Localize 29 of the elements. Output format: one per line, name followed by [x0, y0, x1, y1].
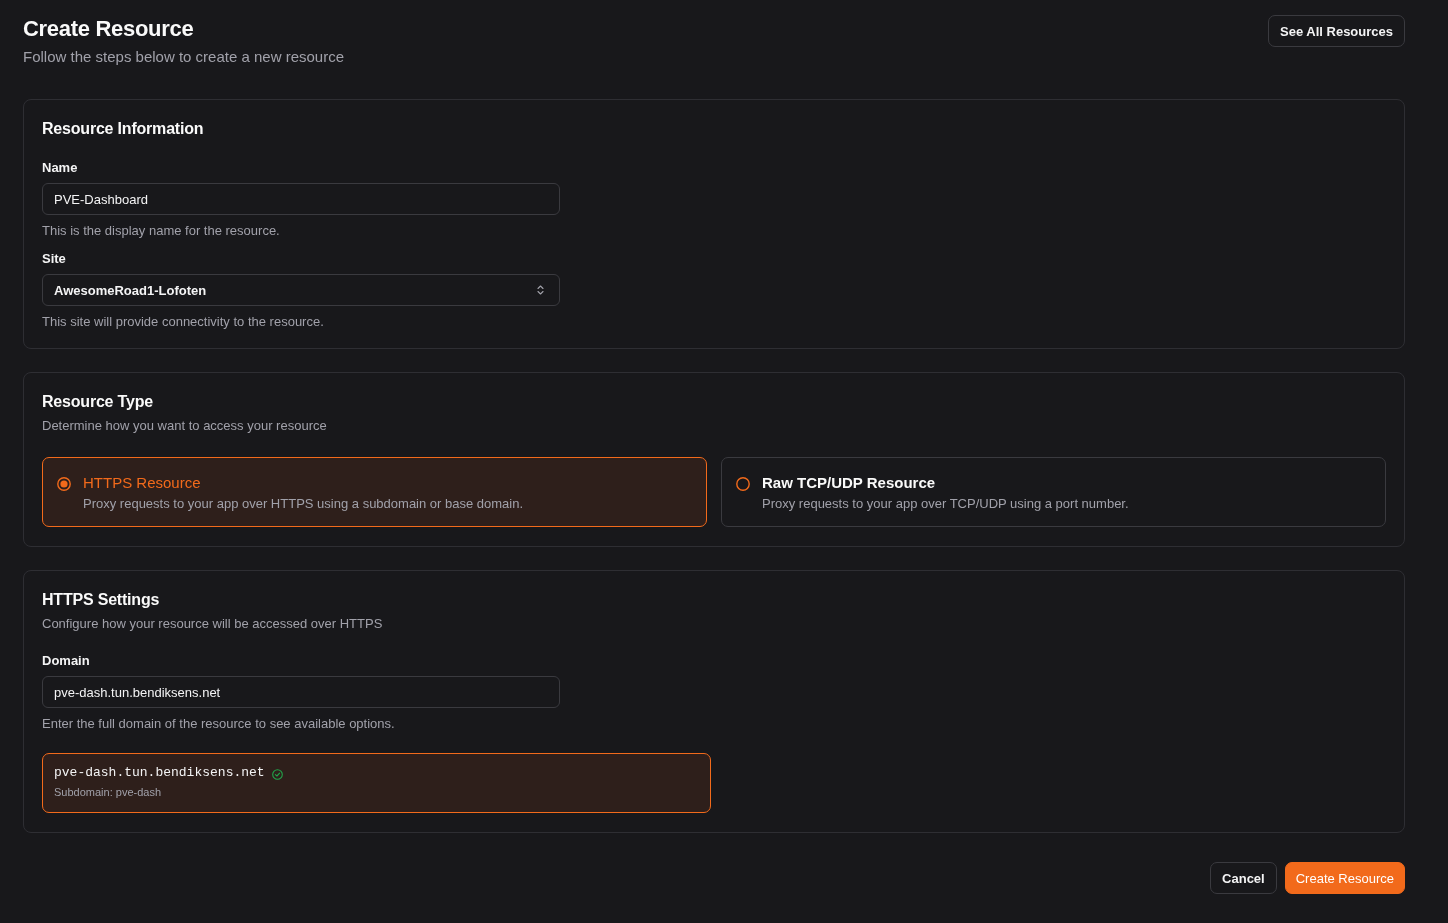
option-description: Proxy requests to your app over TCP/UDP using a port number. — [762, 496, 1129, 511]
field-help-text: Enter the full domain of the resource to see available options. — [42, 716, 395, 731]
domain-result-text: pve-dash.tun.bendiksens.net — [54, 765, 265, 780]
resource-type-option[interactable]: Raw TCP/UDP Resource Proxy requests to your app over TCP/UDP using a port number. — [721, 457, 1386, 527]
see-all-resources-button[interactable]: See All Resources — [1268, 15, 1405, 47]
section-title: Resource Type — [42, 393, 153, 411]
cancel-button[interactable]: Cancel — [1210, 862, 1277, 894]
field-help-text: This site will provide connectivity to the resource. — [42, 314, 324, 329]
text-input-field[interactable]: pve-dash.tun.bendiksens.net — [42, 676, 560, 708]
field-label: Name — [42, 160, 78, 175]
site-select[interactable]: AwesomeRoad1-Lofoten — [42, 274, 560, 306]
subdomain-text: Subdomain: pve-dash — [54, 786, 161, 798]
section-description: Determine how you want to access your resource — [42, 418, 327, 433]
resource-type-option[interactable]: HTTPS Resource Proxy requests to your app over HTTPS using a subdomain or base domain. — [42, 457, 707, 527]
up-down-chevron-icon — [537, 285, 544, 295]
page-title: Create Resource — [23, 16, 194, 42]
field-label: Domain — [42, 653, 90, 668]
option-title: Raw TCP/UDP Resource — [762, 474, 936, 491]
option-title: HTTPS Resource — [83, 474, 201, 491]
radio-icon[interactable] — [736, 477, 750, 491]
radio-selected-icon[interactable] — [57, 477, 71, 491]
section-title: HTTPS Settings — [42, 591, 160, 609]
field-help-text: This is the display name for the resource. — [42, 223, 280, 238]
section-title: Resource Information — [42, 120, 204, 138]
field-label: Site — [42, 251, 66, 266]
text-input-field[interactable]: PVE-Dashboard — [42, 183, 560, 215]
option-description: Proxy requests to your app over HTTPS using a subdomain or base domain. — [83, 496, 524, 511]
page-subtitle: Follow the steps below to create a new resource — [23, 48, 344, 65]
section-description: Configure how your resource will be accessed over HTTPS — [42, 616, 383, 631]
